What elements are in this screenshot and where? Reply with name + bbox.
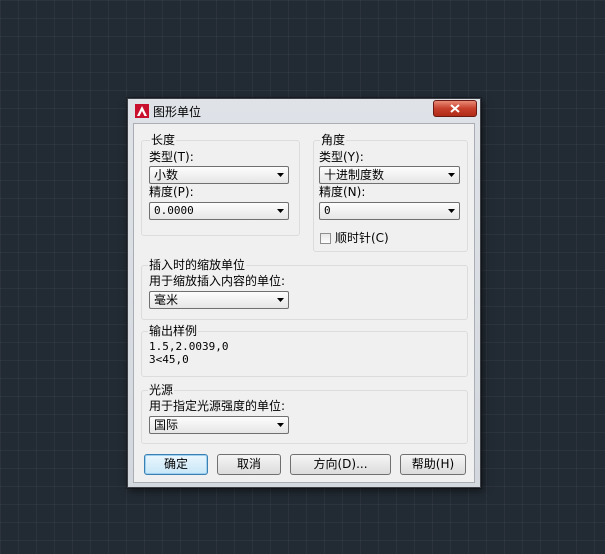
angle-type-select[interactable]: 十进制度数 [319, 166, 460, 184]
clockwise-label[interactable]: 顺时针(C) [335, 231, 389, 245]
lighting-units-label: 用于指定光源强度的单位: [149, 399, 286, 413]
units-dialog: 图形单位 长度 类型(T): 小数 精度(P): 0.0000 角度 类型(Y)… [127, 98, 481, 488]
lighting-units-value: 国际 [154, 418, 179, 432]
angle-precision-label: 精度(N): [319, 185, 366, 199]
chevron-down-icon [277, 423, 284, 427]
chevron-down-icon [277, 173, 284, 177]
angle-precision-select[interactable]: 0 [319, 202, 460, 220]
angle-precision-value: 0 [324, 204, 331, 217]
help-button[interactable]: 帮助(H) [400, 454, 466, 475]
dialog-body: 长度 类型(T): 小数 精度(P): 0.0000 角度 类型(Y): 十进制… [133, 123, 475, 483]
angle-type-value: 十进制度数 [324, 168, 385, 182]
length-type-label: 类型(T): [149, 150, 194, 164]
angle-type-label: 类型(Y): [319, 150, 364, 164]
autocad-logo-icon [135, 104, 149, 118]
chevron-down-icon [277, 209, 284, 213]
window-title: 图形单位 [153, 105, 202, 119]
length-precision-select[interactable]: 0.0000 [149, 202, 289, 220]
angle-group-title: 角度 [320, 133, 347, 147]
insertion-scale-title: 插入时的缩放单位 [148, 258, 247, 272]
chevron-down-icon [277, 298, 284, 302]
direction-button[interactable]: 方向(D)... [290, 454, 391, 475]
output-sample-line2: 3<45,0 [149, 353, 189, 366]
ok-button[interactable]: 确定 [144, 454, 208, 475]
lighting-group-title: 光源 [148, 383, 175, 397]
output-sample-title: 输出样例 [148, 324, 199, 338]
insertion-units-label: 用于缩放插入内容的单位: [149, 274, 286, 288]
lighting-units-select[interactable]: 国际 [149, 416, 289, 434]
close-icon [450, 104, 460, 113]
output-sample-line1: 1.5,2.0039,0 [149, 340, 229, 353]
cancel-button[interactable]: 取消 [217, 454, 281, 475]
chevron-down-icon [448, 209, 455, 213]
length-precision-label: 精度(P): [149, 185, 194, 199]
length-precision-value: 0.0000 [154, 204, 194, 217]
insertion-units-value: 毫米 [154, 293, 179, 307]
title-bar[interactable]: 图形单位 [128, 99, 480, 123]
chevron-down-icon [448, 173, 455, 177]
length-group-title: 长度 [150, 133, 177, 147]
clockwise-checkbox[interactable] [320, 233, 331, 244]
insertion-units-select[interactable]: 毫米 [149, 291, 289, 309]
close-button[interactable] [433, 100, 477, 117]
length-type-value: 小数 [154, 168, 179, 182]
length-type-select[interactable]: 小数 [149, 166, 289, 184]
